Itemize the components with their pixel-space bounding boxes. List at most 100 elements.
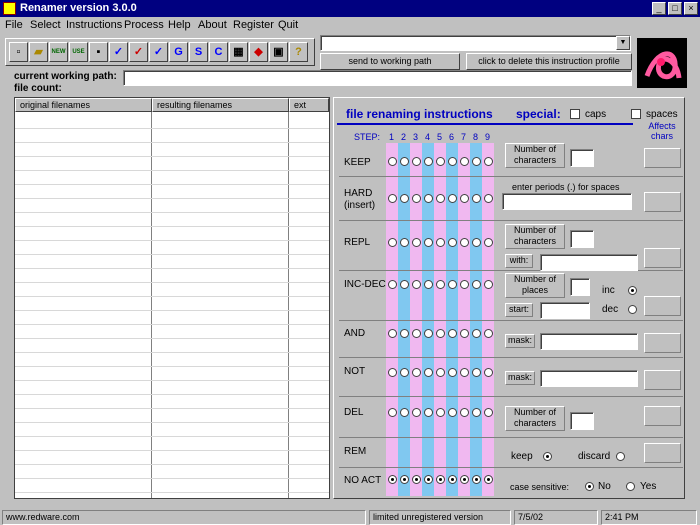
step-radio[interactable] (436, 238, 445, 247)
new-file-icon[interactable]: ▫ (9, 42, 28, 62)
step-radio[interactable] (424, 194, 433, 203)
chevron-down-icon[interactable]: ▼ (616, 36, 630, 50)
menu-help[interactable]: Help (168, 19, 191, 31)
step-radio[interactable] (484, 280, 493, 289)
step-radio[interactable] (484, 329, 493, 338)
step-radio[interactable] (388, 194, 397, 203)
step-radio[interactable] (424, 475, 433, 484)
step-radio[interactable] (448, 368, 457, 377)
menu-about[interactable]: About (198, 19, 227, 31)
step-radio[interactable] (436, 475, 445, 484)
step-radio[interactable] (448, 194, 457, 203)
step-radio[interactable] (448, 157, 457, 166)
step-radio[interactable] (472, 280, 481, 289)
step-radio[interactable] (400, 194, 409, 203)
step-radio[interactable] (472, 238, 481, 247)
step-radio[interactable] (424, 329, 433, 338)
step-radio[interactable] (436, 280, 445, 289)
step-radio[interactable] (400, 408, 409, 417)
step-radio[interactable] (448, 329, 457, 338)
hard-insert-input[interactable] (502, 193, 632, 210)
col-original[interactable]: original filenames (15, 98, 152, 112)
step-radio[interactable] (388, 408, 397, 417)
menu-instructions[interactable]: Instructions (66, 19, 122, 31)
step-radio[interactable] (472, 475, 481, 484)
check-icon[interactable]: ✓ (109, 42, 128, 62)
step-radio[interactable] (436, 194, 445, 203)
check-all-icon[interactable]: ✓ (149, 42, 168, 62)
step-radio[interactable] (388, 329, 397, 338)
menu-process[interactable]: Process (124, 19, 164, 31)
step-radio[interactable] (424, 238, 433, 247)
and-mask-input[interactable] (540, 333, 638, 350)
step-radio[interactable] (460, 368, 469, 377)
case-yes-radio[interactable] (626, 482, 635, 491)
step-radio[interactable] (484, 368, 493, 377)
open-folder-icon[interactable]: ▰ (29, 42, 48, 62)
step-radio[interactable] (424, 368, 433, 377)
step-radio[interactable] (436, 408, 445, 417)
step-radio[interactable] (412, 408, 421, 417)
step-radio[interactable] (412, 157, 421, 166)
close-button[interactable]: × (684, 2, 698, 15)
step-radio[interactable] (484, 194, 493, 203)
step-radio[interactable] (472, 194, 481, 203)
save-icon[interactable]: ▪ (89, 42, 108, 62)
step-radio[interactable] (400, 475, 409, 484)
step-radio[interactable] (436, 329, 445, 338)
not-mask-input[interactable] (540, 370, 638, 387)
grid-icon[interactable]: ▦ (229, 42, 248, 62)
c-icon[interactable]: C (209, 42, 228, 62)
keep-radio[interactable] (543, 452, 552, 461)
start-input[interactable] (540, 302, 590, 319)
step-radio[interactable] (388, 475, 397, 484)
maximize-button[interactable]: □ (668, 2, 682, 15)
step-radio[interactable] (388, 280, 397, 289)
step-radio[interactable] (436, 368, 445, 377)
use-profile-icon[interactable]: USE (69, 42, 88, 62)
case-no-radio[interactable] (585, 482, 594, 491)
step-radio[interactable] (400, 368, 409, 377)
step-radio[interactable] (460, 157, 469, 166)
globe-icon[interactable]: G (169, 42, 188, 62)
repl-with-input[interactable] (540, 254, 638, 271)
step-radio[interactable] (424, 408, 433, 417)
calculator-icon[interactable]: ▣ (269, 42, 288, 62)
step-radio[interactable] (388, 368, 397, 377)
step-radio[interactable] (484, 475, 493, 484)
step-radio[interactable] (472, 329, 481, 338)
caps-checkbox[interactable] (570, 109, 580, 119)
step-radio[interactable] (460, 329, 469, 338)
menu-quit[interactable]: Quit (278, 19, 298, 31)
discard-radio[interactable] (616, 452, 625, 461)
step-radio[interactable] (460, 194, 469, 203)
step-radio[interactable] (400, 157, 409, 166)
step-radio[interactable] (412, 280, 421, 289)
del-chars-input[interactable] (570, 412, 594, 430)
step-radio[interactable] (484, 238, 493, 247)
step-radio[interactable] (472, 408, 481, 417)
s-icon[interactable]: S (189, 42, 208, 62)
step-radio[interactable] (448, 475, 457, 484)
step-radio[interactable] (448, 408, 457, 417)
step-radio[interactable] (400, 329, 409, 338)
check-cross-icon[interactable]: ✓ (129, 42, 148, 62)
help-icon[interactable]: ? (289, 42, 308, 62)
step-radio[interactable] (460, 408, 469, 417)
col-resulting[interactable]: resulting filenames (152, 98, 289, 112)
minimize-button[interactable]: _ (652, 2, 666, 15)
step-radio[interactable] (388, 238, 397, 247)
step-radio[interactable] (460, 280, 469, 289)
profile-dropdown[interactable]: ▼ (320, 35, 631, 51)
working-path-field[interactable] (123, 70, 632, 86)
menu-file[interactable]: File (5, 19, 23, 31)
step-radio[interactable] (412, 194, 421, 203)
step-radio[interactable] (472, 368, 481, 377)
step-radio[interactable] (472, 157, 481, 166)
step-radio[interactable] (400, 238, 409, 247)
step-radio[interactable] (448, 238, 457, 247)
keep-chars-input[interactable] (570, 149, 594, 167)
repl-chars-input[interactable] (570, 230, 594, 248)
step-radio[interactable] (388, 157, 397, 166)
menu-select[interactable]: Select (30, 19, 61, 31)
